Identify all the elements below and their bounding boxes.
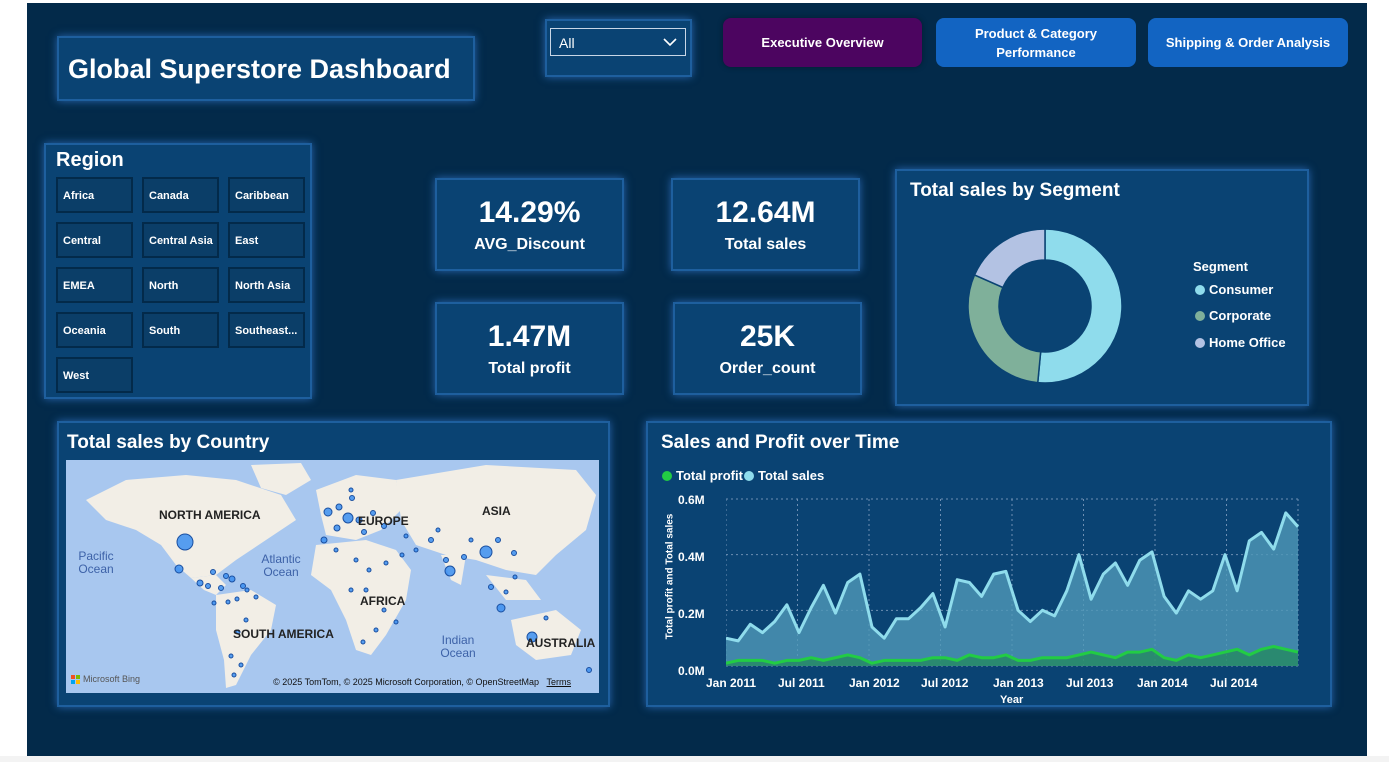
x-tick: Jul 2011 bbox=[778, 676, 825, 690]
region-slicer-title: Region bbox=[56, 149, 124, 171]
dashboard-canvas: Global Superstore Dashboard All Executiv… bbox=[27, 3, 1367, 756]
sales-profit-plot bbox=[726, 498, 1300, 667]
kpi-order-count-value: 25K bbox=[739, 319, 796, 353]
x-tick: Jan 2012 bbox=[849, 676, 900, 690]
x-tick: Jul 2014 bbox=[1210, 676, 1258, 690]
segment-legend-title: Segment bbox=[1193, 259, 1248, 274]
segment-donut bbox=[967, 228, 1123, 384]
legend-home-office-label: Home Office bbox=[1209, 335, 1286, 350]
x-tick: Jan 2013 bbox=[993, 676, 1044, 690]
map-label-south-america: SOUTH AMERICA bbox=[233, 627, 334, 641]
legend-home-office[interactable]: Home Office bbox=[1195, 335, 1286, 350]
page-title: Global Superstore Dashboard bbox=[68, 54, 451, 84]
legend-consumer-swatch bbox=[1195, 284, 1205, 295]
kpi-total-sales-value: 12.64M bbox=[715, 195, 816, 229]
region-east-button[interactable]: East bbox=[228, 222, 305, 258]
region-central-asia-button[interactable]: Central Asia bbox=[142, 222, 219, 258]
map-attribution: © 2025 TomTom, © 2025 Microsoft Corporat… bbox=[273, 677, 539, 687]
nav-shipping-order-button[interactable]: Shipping & Order Analysis bbox=[1148, 18, 1348, 67]
legend-total-profit-swatch bbox=[662, 470, 672, 481]
region-central-button[interactable]: Central bbox=[56, 222, 133, 258]
sales-profit-chart-title: Sales and Profit over Time bbox=[661, 432, 900, 453]
map-label-indian: Indian Ocean bbox=[440, 633, 476, 660]
region-slicer: Region Africa Canada Caribbean Central C… bbox=[44, 143, 312, 399]
kpi-total-sales-label: Total sales bbox=[724, 235, 807, 253]
x-tick: Jul 2012 bbox=[921, 676, 969, 690]
y-tick: 0.4M bbox=[678, 550, 705, 564]
region-canada-button[interactable]: Canada bbox=[142, 177, 219, 213]
kpi-total-profit-value: 1.47M bbox=[487, 319, 572, 353]
map-label-pacific: Pacific Ocean bbox=[78, 549, 114, 576]
legend-total-sales[interactable]: Total sales bbox=[744, 468, 824, 483]
kpi-order-count-label: Order_count bbox=[719, 359, 816, 377]
y-tick: 0.6M bbox=[678, 493, 705, 507]
region-north-button[interactable]: North bbox=[142, 267, 219, 303]
x-tick: Jul 2013 bbox=[1066, 676, 1114, 690]
map-provider-name: Microsoft Bing bbox=[83, 674, 141, 684]
bottom-strip bbox=[0, 756, 1389, 762]
map-label-atlantic: Atlantic Ocean bbox=[261, 552, 301, 579]
filter-dropdown-value: All bbox=[559, 35, 575, 51]
filter-dropdown[interactable]: All bbox=[550, 28, 686, 56]
map-label-europe: EUROPE bbox=[358, 514, 409, 528]
legend-total-sales-label: Total sales bbox=[758, 468, 825, 483]
map-terms-link[interactable]: Terms bbox=[547, 677, 572, 687]
region-south-button[interactable]: South bbox=[142, 312, 219, 348]
legend-corporate-label: Corporate bbox=[1209, 308, 1272, 323]
donut-slice-corporate[interactable] bbox=[967, 273, 1042, 384]
legend-consumer-label: Consumer bbox=[1209, 282, 1274, 297]
kpi-avg-discount-card: 14.29% AVG_Discount bbox=[435, 178, 624, 271]
legend-corporate-swatch bbox=[1195, 310, 1205, 321]
region-emea-button[interactable]: EMEA bbox=[56, 267, 133, 303]
world-map-land bbox=[86, 463, 596, 688]
region-oceania-button[interactable]: Oceania bbox=[56, 312, 133, 348]
country-map-title: Total sales by Country bbox=[67, 432, 270, 453]
legend-home-office-swatch bbox=[1195, 337, 1205, 348]
kpi-order-count-card: 25K Order_count bbox=[673, 302, 862, 395]
y-tick: 0.0M bbox=[678, 664, 705, 678]
kpi-total-profit-card: 1.47M Total profit bbox=[435, 302, 624, 395]
region-caribbean-button[interactable]: Caribbean bbox=[228, 177, 305, 213]
kpi-avg-discount-value: 14.29% bbox=[478, 195, 581, 229]
legend-corporate[interactable]: Corporate bbox=[1195, 308, 1271, 323]
donut-slice-home-office[interactable] bbox=[973, 228, 1046, 289]
map-label-asia: ASIA bbox=[482, 504, 511, 518]
x-tick: Jan 2011 bbox=[706, 676, 757, 690]
title-panel: Global Superstore Dashboard bbox=[57, 36, 475, 101]
map-provider-logo: Microsoft Bing bbox=[71, 674, 140, 684]
region-africa-button[interactable]: Africa bbox=[56, 177, 133, 213]
chevron-down-icon bbox=[663, 38, 677, 47]
region-north-asia-button[interactable]: North Asia bbox=[228, 267, 305, 303]
map-label-australia: AUSTRALIA bbox=[526, 636, 596, 650]
legend-total-sales-swatch bbox=[744, 470, 754, 481]
region-west-button[interactable]: West bbox=[56, 357, 133, 393]
sales-profit-chart-panel: Sales and Profit over Time Total profit … bbox=[646, 421, 1332, 707]
map-label-africa: AFRICA bbox=[360, 594, 406, 608]
filter-dropdown-panel: All bbox=[545, 19, 692, 77]
legend-consumer[interactable]: Consumer bbox=[1195, 282, 1273, 297]
region-southeast-button[interactable]: Southeast... bbox=[228, 312, 305, 348]
map-label-north-america: NORTH AMERICA bbox=[159, 508, 261, 522]
kpi-total-sales-card: 12.64M Total sales bbox=[671, 178, 860, 271]
y-axis-title: Total profit and Total sales bbox=[664, 513, 676, 640]
world-map[interactable]: NORTH AMERICA EUROPE ASIA AFRICA SOUTH A… bbox=[66, 460, 599, 693]
nav-product-category-button[interactable]: Product & Category Performance bbox=[936, 18, 1136, 67]
x-tick: Jan 2014 bbox=[1137, 676, 1188, 690]
kpi-total-profit-label: Total profit bbox=[488, 359, 571, 377]
nav-executive-overview-button[interactable]: Executive Overview bbox=[723, 18, 922, 67]
kpi-avg-discount-label: AVG_Discount bbox=[474, 235, 585, 253]
y-tick: 0.2M bbox=[678, 607, 705, 621]
legend-total-profit[interactable]: Total profit bbox=[662, 468, 743, 483]
donut-slice-consumer[interactable] bbox=[1036, 228, 1123, 384]
microsoft-logo-icon bbox=[71, 674, 80, 684]
legend-total-profit-label: Total profit bbox=[676, 468, 743, 483]
segment-chart-title: Total sales by Segment bbox=[910, 180, 1120, 201]
segment-chart-panel: Total sales by Segment Segment Consumer … bbox=[895, 169, 1309, 406]
x-axis-title: Year bbox=[1000, 694, 1024, 706]
